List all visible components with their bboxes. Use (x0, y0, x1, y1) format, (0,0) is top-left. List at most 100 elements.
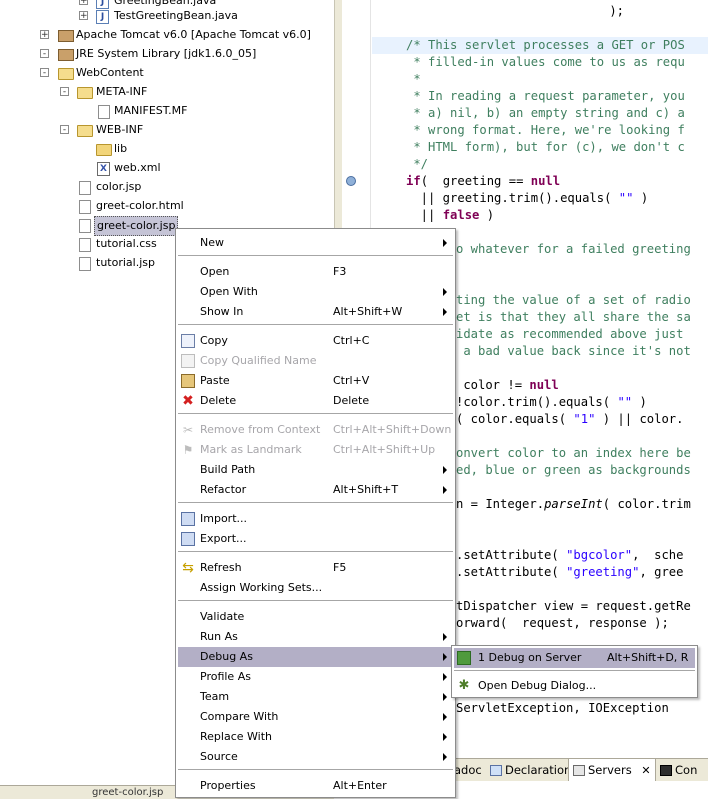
tab-declaration[interactable]: Declaration (490, 759, 571, 781)
menu-item-delete[interactable]: ✖ Delete Delete (178, 391, 453, 411)
paste-icon (181, 374, 195, 388)
code-line[interactable]: onvert color to an index here be (456, 445, 691, 462)
code-line[interactable]: * filled-in values come to us as requ (406, 54, 685, 71)
collapse-toggle[interactable]: - (60, 125, 69, 135)
submenu-arrow-icon (443, 713, 447, 721)
code-line[interactable]: ( color.equals( "1" ) || color. (456, 411, 683, 428)
code-line[interactable]: idate as recommended above just (456, 326, 683, 343)
menu-item-refresh[interactable]: ⇆ Refresh F5 (178, 558, 453, 578)
expand-toggle[interactable]: + (79, 11, 88, 21)
tree-item-color-jsp[interactable]: color.jsp (0, 178, 334, 196)
tree-item-tutorial-jsp[interactable]: tutorial.jsp (0, 254, 175, 272)
code-line[interactable]: ServletException, IOException (456, 700, 669, 717)
delete-icon: ✖ (182, 393, 194, 409)
menu-item-refactor[interactable]: Refactor Alt+Shift+T (178, 480, 453, 500)
code-line[interactable]: et is that they all share the sa (456, 309, 691, 326)
code-line[interactable]: * In reading a request parameter, you (406, 88, 685, 105)
tree-item-meta-inf[interactable]: - META-INF (0, 83, 334, 101)
menu-separator (178, 551, 453, 552)
menu-item-label: Open Debug Dialog... (478, 679, 597, 692)
tree-item-label: greet-color.html (96, 199, 184, 212)
menu-item-open[interactable]: Open F3 (178, 262, 453, 282)
menu-item-source[interactable]: Source (178, 747, 453, 767)
code-line[interactable]: color != null (456, 377, 558, 394)
tree-item-tomcat-library[interactable]: + Apache Tomcat v6.0 [Apache Tomcat v6.0… (0, 26, 334, 44)
tree-item-greet-color-html[interactable]: greet-color.html (0, 197, 334, 215)
folder-open-icon (58, 68, 74, 80)
code-line[interactable]: o whatever for a failed greeting (456, 241, 691, 258)
menu-item-copy[interactable]: Copy Ctrl+C (178, 331, 453, 351)
code-line[interactable]: tDispatcher view = request.getRe (456, 598, 691, 615)
code-line[interactable]: ed, blue or green as backgrounds (456, 462, 691, 479)
code-line[interactable]: || greeting.trim().equals( "" ) (406, 190, 649, 207)
code-line[interactable]: /* This servlet processes a GET or POS (406, 37, 685, 54)
close-icon[interactable]: ✕ (641, 764, 650, 777)
tab-servers[interactable]: Servers ✕ (568, 759, 656, 781)
code-line[interactable]: * a) nil, b) an empty string and c) a (406, 105, 685, 122)
submenu-arrow-icon (443, 466, 447, 474)
menu-item-validate[interactable]: Validate (178, 607, 453, 627)
submenu-arrow-icon (443, 288, 447, 296)
menu-item-new[interactable]: New (178, 233, 453, 253)
menu-item-shortcut: Ctrl+C (333, 334, 370, 347)
expand-toggle[interactable]: + (40, 30, 49, 40)
menu-item-replace-with[interactable]: Replace With (178, 727, 453, 747)
tree-item-label: tutorial.css (96, 237, 157, 250)
file-icon (79, 257, 91, 271)
folder-open-icon (77, 125, 93, 137)
code-line[interactable]: */ (406, 156, 428, 173)
code-line[interactable]: n = Integer.parseInt( color.trim (456, 496, 691, 513)
code-line[interactable]: if( greeting == null (406, 173, 560, 190)
code-line[interactable]: a bad value back since it's not (456, 343, 690, 360)
code-line[interactable]: || false ) (406, 207, 494, 224)
menu-item-open-with[interactable]: Open With (178, 282, 453, 302)
menu-item-show-in[interactable]: Show In Alt+Shift+W (178, 302, 453, 322)
menu-item-compare-with[interactable]: Compare With (178, 707, 453, 727)
code-line[interactable]: !color.trim().equals( "" ) (456, 394, 647, 411)
tree-item-webcontent[interactable]: - WebContent (0, 64, 334, 82)
menu-item-assign-working-sets[interactable]: Assign Working Sets... (178, 578, 453, 598)
code-line[interactable]: * wrong format. Here, we're looking f (406, 122, 685, 139)
tree-item-jre-library[interactable]: - JRE System Library [jdk1.6.0_05] (0, 45, 334, 63)
submenu-arrow-icon (443, 239, 447, 247)
code-line[interactable]: orward( request, response ); (456, 615, 669, 632)
submenu-item-open-debug-dialog[interactable]: ✱ Open Debug Dialog... (454, 676, 695, 696)
menu-item-import[interactable]: Import... (178, 509, 453, 529)
code-line[interactable]: * HTML form), but for (c), we don't c (406, 139, 685, 156)
tab-console[interactable]: Con (660, 759, 697, 781)
collapse-toggle[interactable]: - (60, 87, 69, 97)
menu-item-profile-as[interactable]: Profile As (178, 667, 453, 687)
menu-item-debug-as[interactable]: Debug As (178, 647, 453, 667)
expand-toggle[interactable]: - (40, 49, 49, 59)
tab-javadoc[interactable]: adoc (454, 759, 482, 781)
tree-item-tutorial-css[interactable]: tutorial.css (0, 235, 175, 253)
tree-item-label: color.jsp (96, 180, 142, 193)
code-line[interactable]: .setAttribute( "greeting", gree (456, 564, 683, 581)
file-icon (98, 105, 110, 119)
tree-item-label: web.xml (114, 161, 161, 174)
code-line[interactable]: .setAttribute( "bgcolor", sche (456, 547, 683, 564)
menu-item-run-as[interactable]: Run As (178, 627, 453, 647)
tree-item-lib[interactable]: lib (0, 140, 334, 158)
expand-toggle[interactable]: + (79, 0, 88, 6)
menu-item-paste[interactable]: Paste Ctrl+V (178, 371, 453, 391)
tree-item-testgreetingbean[interactable]: + J TestGreetingBean.java (0, 7, 334, 25)
tree-item-manifest[interactable]: MANIFEST.MF (0, 102, 334, 120)
menu-item-export[interactable]: Export... (178, 529, 453, 549)
submenu-item-debug-on-server[interactable]: 1 Debug on Server Alt+Shift+D, R (454, 648, 695, 668)
menu-item-properties[interactable]: Properties Alt+Enter (178, 776, 453, 796)
menu-item-remove-from-context: ✂ Remove from Context Ctrl+Alt+Shift+Down (178, 420, 453, 440)
menu-item-build-path[interactable]: Build Path (178, 460, 453, 480)
menu-item-shortcut: Alt+Shift+W (333, 305, 403, 318)
menu-item-team[interactable]: Team (178, 687, 453, 707)
code-line[interactable]: ting the value of a set of radio (456, 292, 691, 309)
tree-item-web-inf[interactable]: - WEB-INF (0, 121, 334, 139)
submenu-arrow-icon (443, 693, 447, 701)
collapse-toggle[interactable]: - (40, 68, 49, 78)
code-line[interactable]: * (406, 71, 420, 88)
code-line[interactable]: ); (580, 3, 624, 20)
copy-icon (181, 334, 195, 348)
tab-label: Declaration (505, 763, 572, 777)
folder-icon (96, 144, 112, 156)
tree-item-web-xml[interactable]: X web.xml (0, 159, 334, 177)
